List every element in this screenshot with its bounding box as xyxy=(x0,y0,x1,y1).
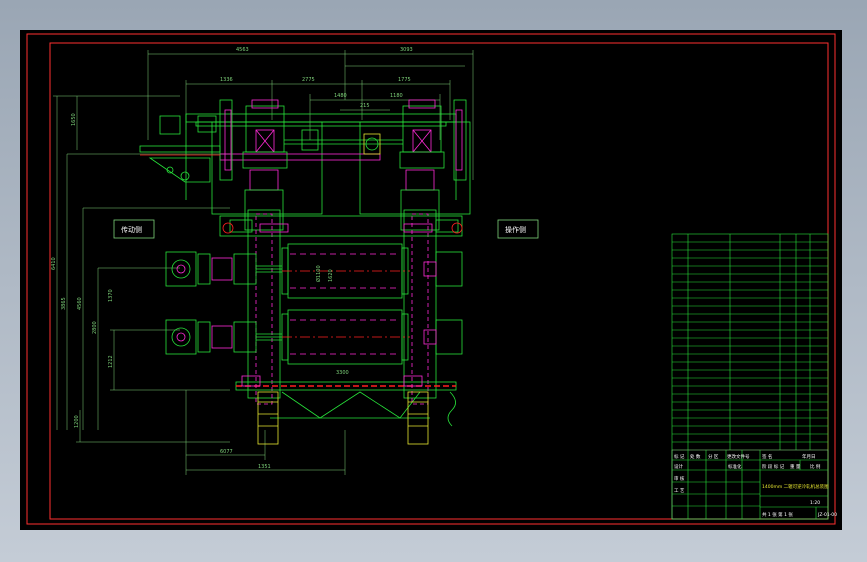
lower-roll xyxy=(281,309,410,365)
tb-ratio: 1:20 xyxy=(810,500,820,506)
tb-change-doc: 更改文件号 xyxy=(727,453,750,460)
drive-side-label: 传动侧 xyxy=(121,225,142,234)
drive-train-lower xyxy=(165,319,282,355)
dim-left-6410: 6410 xyxy=(51,257,57,270)
tb-standard: 标准化 xyxy=(728,463,742,470)
dim-left-3865: 3865 xyxy=(61,297,67,310)
dim-top-1775: 1775 xyxy=(398,77,411,83)
tb-sheet: 共 1 张 第 1 张 xyxy=(762,511,793,518)
dim-left-1212: 1212 xyxy=(108,355,114,368)
tb-ratio-label: 比 例 xyxy=(810,463,821,470)
upper-roll xyxy=(281,243,410,299)
operator-side-label: 操作侧 xyxy=(505,225,526,234)
tb-date: 年月日 xyxy=(802,453,816,460)
tb-design: 设计 xyxy=(674,463,683,470)
dim-top-1480: 1480 xyxy=(334,93,347,99)
title-block-text: 标 记 处 数 分 区 更改文件号 签 名 年月日 设计 标准化 阶 段 标 记… xyxy=(674,453,837,518)
left-dimension-lines xyxy=(53,95,230,443)
tb-zone: 分 区 xyxy=(708,453,719,460)
dim-top-1336: 1336 xyxy=(220,77,233,83)
top-dimension-lines xyxy=(147,50,474,180)
dim-top-1180: 1180 xyxy=(390,93,403,99)
tb-stage: 阶 段 标 记 xyxy=(762,463,785,470)
dim-top-215: 215 xyxy=(360,103,370,109)
tb-weight: 重 量 xyxy=(790,463,801,470)
tb-count: 处 数 xyxy=(690,453,701,460)
drive-train-upper xyxy=(165,251,282,287)
inner-frame xyxy=(49,42,829,520)
dim-top-3093: 3093 xyxy=(400,47,413,53)
tb-title: 1400mm 二辊可逆冷轧机总装图 xyxy=(762,483,829,490)
dim-roll-dia: Ø1100 xyxy=(315,265,322,282)
tb-review: 审 核 xyxy=(674,475,685,482)
tb-mark: 标 记 xyxy=(674,453,685,460)
dim-left-2800: 2800 xyxy=(92,321,98,334)
mill-assembly xyxy=(53,50,539,475)
dim-left-1650: 1650 xyxy=(71,113,77,126)
tb-drawing-no: JZ-01-00 xyxy=(817,512,837,518)
dim-left-4560: 4560 xyxy=(77,297,83,310)
dim-roll-300: 3300 xyxy=(336,370,349,376)
tb-sign: 签 名 xyxy=(762,453,772,460)
drawing-sheet: 4563 3093 1336 2775 1775 1480 1180 215 6… xyxy=(20,30,842,530)
dim-bottom-1351: 1351 xyxy=(258,464,271,470)
dim-bottom-6077: 6077 xyxy=(220,449,233,455)
dim-top-2775: 2775 xyxy=(302,77,315,83)
dim-top-4563: 4563 xyxy=(236,47,249,53)
dim-left-1370: 1370 xyxy=(108,289,114,302)
title-block xyxy=(671,233,829,520)
dim-roll-len: 1620 xyxy=(328,269,334,282)
tb-process: 工 艺 xyxy=(674,488,685,494)
dim-left-1200: 1200 xyxy=(74,415,80,428)
bottom-dimension-lines xyxy=(185,390,346,475)
cad-drawing: 4563 3093 1336 2775 1775 1480 1180 215 6… xyxy=(26,33,837,525)
